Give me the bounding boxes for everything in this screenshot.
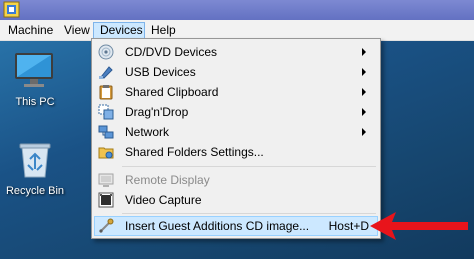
desktop-icon-label: Recycle Bin (5, 185, 65, 197)
recycle-bin-icon (19, 143, 51, 178)
menu-item-label: Shared Clipboard (125, 85, 219, 99)
menu-separator (122, 166, 376, 167)
menu-view[interactable]: View (64, 22, 90, 39)
drag-drop-icon (98, 104, 114, 120)
menu-item-label: Shared Folders Settings... (125, 145, 264, 159)
virtualbox-app-icon (3, 1, 20, 18)
video-capture-icon (98, 192, 114, 208)
monitor-icon (15, 53, 53, 87)
menu-item-drag-n-drop[interactable]: Drag'n'Drop (94, 102, 378, 122)
menu-item-label: Insert Guest Additions CD image... (125, 219, 310, 233)
submenu-arrow-icon (362, 108, 366, 116)
network-icon (98, 125, 114, 139)
submenu-arrow-icon (362, 88, 366, 96)
keyboard-shortcut: Host+D (328, 219, 369, 233)
menu-item-shared-clipboard[interactable]: Shared Clipboard (94, 82, 378, 102)
clipboard-icon (99, 85, 113, 100)
submenu-arrow-icon (362, 128, 366, 136)
menu-item-label: Remote Display (125, 173, 210, 187)
menu-item-label: Video Capture (125, 193, 202, 207)
submenu-arrow-icon (362, 68, 366, 76)
window-title-bar (0, 0, 474, 20)
usb-icon (99, 66, 113, 79)
red-annotation-arrow-icon (370, 212, 468, 240)
submenu-arrow-icon (362, 48, 366, 56)
desktop-icon-this-pc[interactable]: This PC (0, 47, 70, 117)
menu-item-label: CD/DVD Devices (125, 45, 218, 59)
guest-additions-icon (99, 218, 114, 233)
desktop-icon-recycle-bin[interactable]: Recycle Bin (0, 137, 70, 207)
menu-item-label: Network (125, 125, 170, 139)
shared-folder-icon (98, 147, 114, 159)
menu-separator (122, 213, 376, 214)
menu-item-video-capture[interactable]: Video Capture (94, 190, 378, 210)
menu-item-label: USB Devices (125, 65, 196, 79)
menu-help[interactable]: Help (151, 22, 176, 39)
menu-item-network[interactable]: Network (94, 122, 378, 142)
menu-item-insert-guest-additions[interactable]: Insert Guest Additions CD image... Host+… (94, 216, 378, 236)
menu-item-usb-devices[interactable]: USB Devices (94, 62, 378, 82)
remote-display-icon (98, 173, 114, 187)
devices-dropdown-menu: CD/DVD Devices USB Devices Shared Clipbo… (91, 38, 381, 239)
menu-item-remote-display: Remote Display (94, 170, 378, 190)
menu-item-label: Drag'n'Drop (125, 105, 189, 119)
menu-machine[interactable]: Machine (8, 22, 53, 39)
menu-devices[interactable]: Devices (93, 22, 145, 39)
menu-item-shared-folders-settings[interactable]: Shared Folders Settings... (94, 142, 378, 162)
desktop-icon-label: This PC (15, 96, 55, 108)
menu-item-cd-dvd-devices[interactable]: CD/DVD Devices (94, 42, 378, 62)
cd-dvd-icon (98, 44, 114, 60)
